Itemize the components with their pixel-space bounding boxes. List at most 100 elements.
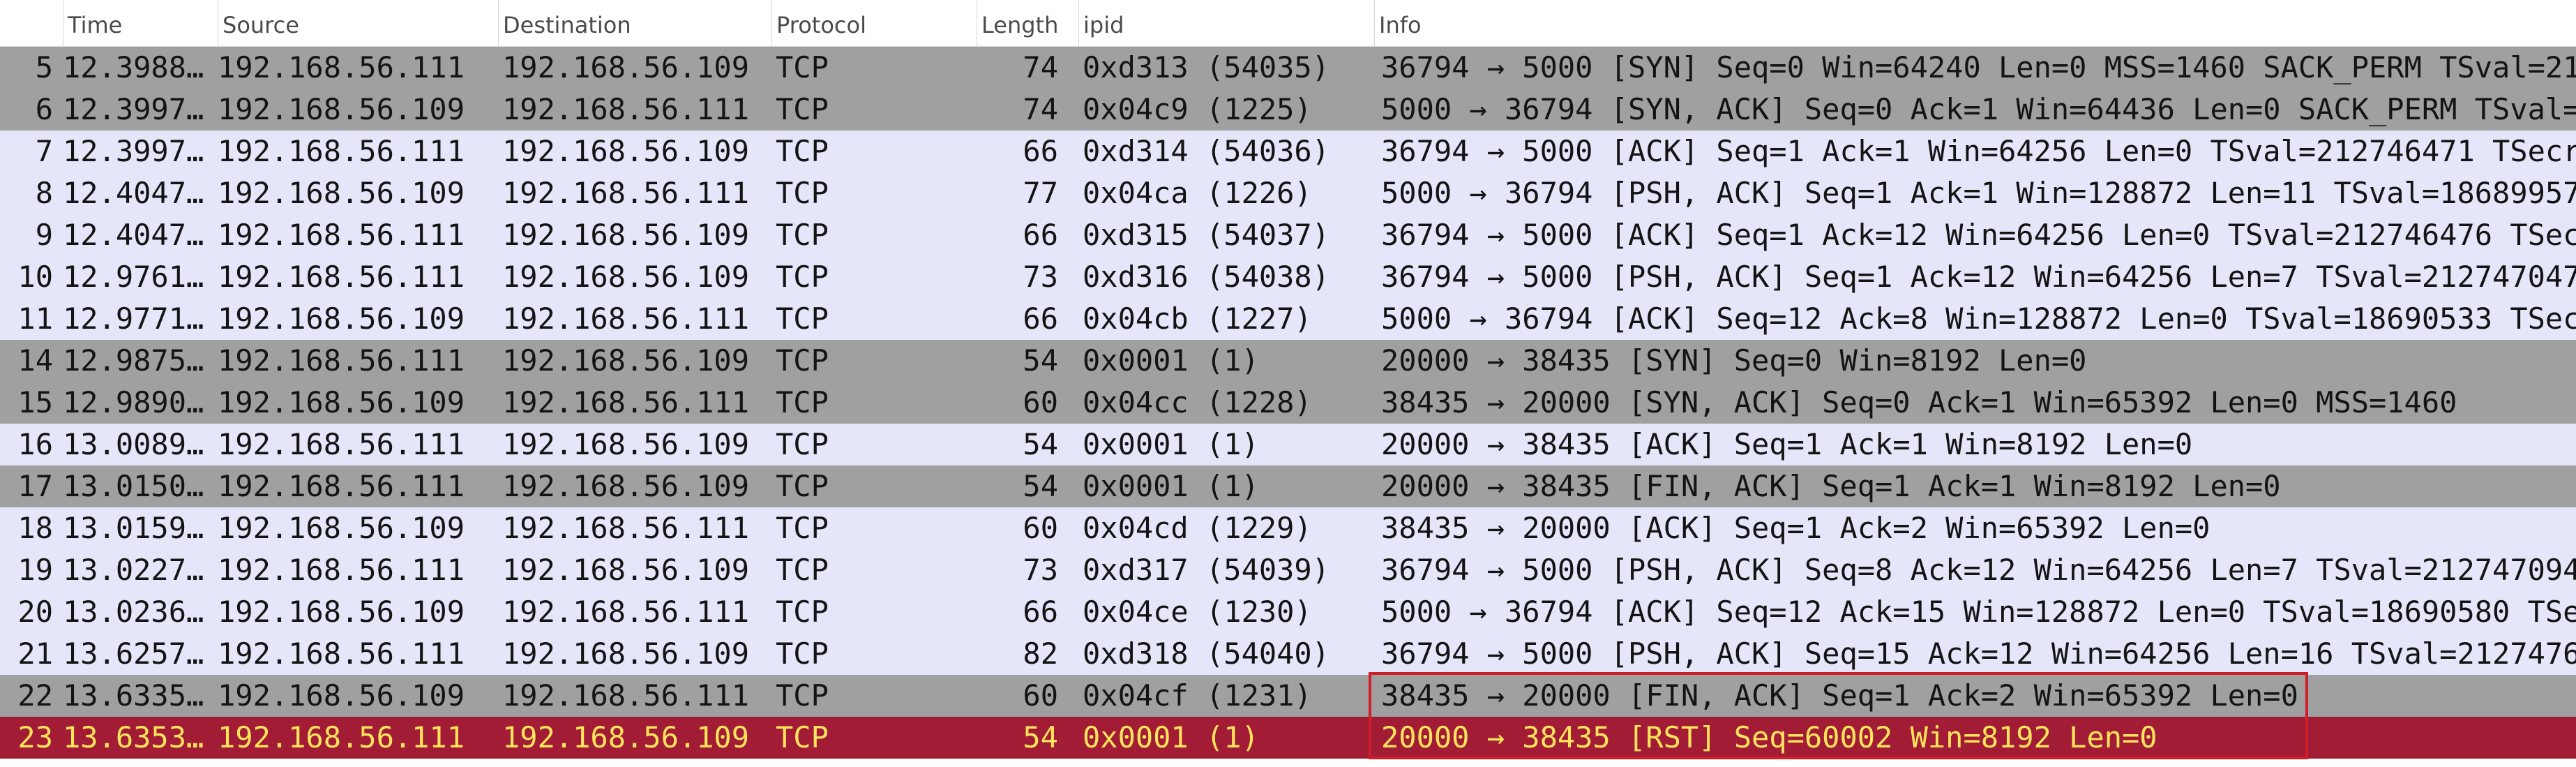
packet-ipid: 0xd314 (54036) xyxy=(1083,134,1330,168)
packet-destination: 192.168.56.109 xyxy=(502,636,750,671)
packet-length: 60 xyxy=(1023,385,1058,419)
packet-row[interactable]: 7 12.3997… 192.168.56.111 192.168.56.109 TCP… xyxy=(0,131,2576,172)
packet-info: 5000 → 36794 [SYN, ACK] Seq=0 Ack=1 Win=… xyxy=(1381,92,2576,126)
packet-info: 5000 → 36794 [PSH, ACK] Seq=1 Ack=1 Win=… xyxy=(1381,176,2576,210)
packet-destination: 192.168.56.111 xyxy=(502,92,750,126)
packet-row[interactable]: 15 12.9890… 192.168.56.109 192.168.56.111 TC… xyxy=(0,382,2576,424)
packet-source: 192.168.56.111 xyxy=(218,134,465,168)
column-header-source[interactable]: Source xyxy=(218,0,498,46)
packet-protocol: TCP xyxy=(776,385,829,419)
packet-info: 36794 → 5000 [SYN] Seq=0 Win=64240 Len=0… xyxy=(1381,50,2576,84)
packet-no: 6 xyxy=(35,92,53,126)
packet-protocol: TCP xyxy=(776,260,829,294)
packet-source: 192.168.56.111 xyxy=(218,636,465,671)
packet-length: 66 xyxy=(1023,301,1058,336)
packet-source: 192.168.56.109 xyxy=(218,595,465,629)
packet-info: 36794 → 5000 [ACK] Seq=1 Ack=12 Win=6425… xyxy=(1381,218,2576,252)
packet-source: 192.168.56.111 xyxy=(218,343,465,378)
packet-row[interactable]: 20 13.0236… 192.168.56.109 192.168.56.111 TC… xyxy=(0,591,2576,633)
packet-info: 20000 → 38435 [FIN, ACK] Seq=1 Ack=1 Win… xyxy=(1381,469,2281,503)
packet-list: Time Source Destination Protocol Length … xyxy=(0,0,2576,759)
packet-time: 13.6335… xyxy=(63,678,204,713)
packet-ipid: 0x04c9 (1225) xyxy=(1083,92,1312,126)
packet-row[interactable]: 6 12.3997… 192.168.56.109 192.168.56.111 TCP… xyxy=(0,89,2576,131)
packet-ipid: 0x04ce (1230) xyxy=(1083,595,1312,629)
packet-time: 13.0236… xyxy=(63,595,204,629)
column-header-protocol[interactable]: Protocol xyxy=(771,0,977,46)
packet-row[interactable]: 17 13.0150… 192.168.56.111 192.168.56.109 TC… xyxy=(0,466,2576,507)
packet-row[interactable]: 19 13.0227… 192.168.56.111 192.168.56.109 TC… xyxy=(0,549,2576,591)
packet-source: 192.168.56.111 xyxy=(218,50,465,84)
packet-destination: 192.168.56.109 xyxy=(502,134,750,168)
packet-ipid: 0x04ca (1226) xyxy=(1083,176,1312,210)
packet-protocol: TCP xyxy=(776,427,829,461)
packet-time: 12.4047… xyxy=(63,218,204,252)
column-header-destination[interactable]: Destination xyxy=(498,0,771,46)
packet-row[interactable]: 14 12.9875… 192.168.56.111 192.168.56.109 TC… xyxy=(0,340,2576,382)
packet-length: 54 xyxy=(1023,343,1058,378)
packet-row[interactable]: 5 12.3988… 192.168.56.111 192.168.56.109 TCP… xyxy=(0,47,2576,89)
column-header-time[interactable]: Time xyxy=(63,0,218,46)
packet-no: 15 xyxy=(17,385,53,419)
packet-row[interactable]: 21 13.6257… 192.168.56.111 192.168.56.109 TC… xyxy=(0,633,2576,675)
packet-row[interactable]: 22 13.6335… 192.168.56.109 192.168.56.111 TC… xyxy=(0,675,2576,717)
packet-length: 54 xyxy=(1023,720,1058,754)
packet-no: 23 xyxy=(17,720,53,754)
packet-row[interactable]: 23 13.6353… 192.168.56.111 192.168.56.109 TC… xyxy=(0,717,2576,759)
packet-length: 74 xyxy=(1023,50,1058,84)
packet-no: 7 xyxy=(35,134,53,168)
packet-no: 18 xyxy=(17,511,53,545)
packet-row[interactable]: 11 12.9771… 192.168.56.109 192.168.56.111 TC… xyxy=(0,298,2576,340)
packet-info: 20000 → 38435 [ACK] Seq=1 Ack=1 Win=8192… xyxy=(1381,427,2193,461)
packet-length: 66 xyxy=(1023,595,1058,629)
packet-protocol: TCP xyxy=(776,134,829,168)
column-header-no[interactable] xyxy=(0,0,63,46)
packet-protocol: TCP xyxy=(776,176,829,210)
packet-source: 192.168.56.111 xyxy=(218,260,465,294)
packet-length: 82 xyxy=(1023,636,1058,671)
packet-destination: 192.168.56.111 xyxy=(502,678,750,713)
packet-row[interactable]: 16 13.0089… 192.168.56.111 192.168.56.109 TC… xyxy=(0,424,2576,466)
packet-rows: 5 12.3988… 192.168.56.111 192.168.56.109 TCP… xyxy=(0,47,2576,759)
packet-no: 8 xyxy=(35,176,53,210)
packet-no: 5 xyxy=(35,50,53,84)
packet-info: 38435 → 20000 [FIN, ACK] Seq=1 Ack=2 Win… xyxy=(1381,678,2298,713)
packet-source: 192.168.56.109 xyxy=(218,301,465,336)
packet-protocol: TCP xyxy=(776,92,829,126)
packet-protocol: TCP xyxy=(776,553,829,587)
packet-destination: 192.168.56.109 xyxy=(502,427,750,461)
packet-info: 38435 → 20000 [ACK] Seq=1 Ack=2 Win=6539… xyxy=(1381,511,2210,545)
packet-time: 12.4047… xyxy=(63,176,204,210)
column-header-ipid[interactable]: ipid xyxy=(1078,0,1374,46)
packet-destination: 192.168.56.109 xyxy=(502,218,750,252)
packet-ipid: 0x0001 (1) xyxy=(1083,343,1259,378)
packet-row[interactable]: 18 13.0159… 192.168.56.109 192.168.56.111 TC… xyxy=(0,507,2576,549)
packet-row[interactable]: 10 12.9761… 192.168.56.111 192.168.56.109 TC… xyxy=(0,256,2576,298)
packet-length: 54 xyxy=(1023,427,1058,461)
packet-time: 13.6257… xyxy=(63,636,204,671)
column-header-info[interactable]: Info xyxy=(1374,0,2576,46)
packet-time: 12.3997… xyxy=(63,134,204,168)
packet-row[interactable]: 9 12.4047… 192.168.56.111 192.168.56.109 TCP… xyxy=(0,214,2576,256)
packet-info: 5000 → 36794 [ACK] Seq=12 Ack=8 Win=1288… xyxy=(1381,301,2576,336)
packet-info: 36794 → 5000 [PSH, ACK] Seq=15 Ack=12 Wi… xyxy=(1381,636,2576,671)
packet-time: 13.0159… xyxy=(63,511,204,545)
packet-time: 13.6353… xyxy=(63,720,204,754)
packet-destination: 192.168.56.109 xyxy=(502,553,750,587)
packet-ipid: 0x0001 (1) xyxy=(1083,720,1259,754)
packet-source: 192.168.56.109 xyxy=(218,385,465,419)
packet-length: 54 xyxy=(1023,469,1058,503)
packet-destination: 192.168.56.109 xyxy=(502,50,750,84)
packet-source: 192.168.56.109 xyxy=(218,176,465,210)
packet-row[interactable]: 8 12.4047… 192.168.56.109 192.168.56.111 TCP… xyxy=(0,172,2576,214)
packet-info: 20000 → 38435 [SYN] Seq=0 Win=8192 Len=0 xyxy=(1381,343,2087,378)
packet-info: 36794 → 5000 [PSH, ACK] Seq=8 Ack=12 Win… xyxy=(1381,553,2576,587)
column-header-length[interactable]: Length xyxy=(977,0,1078,46)
packet-destination: 192.168.56.109 xyxy=(502,260,750,294)
packet-info: 36794 → 5000 [ACK] Seq=1 Ack=1 Win=64256… xyxy=(1381,134,2576,168)
packet-time: 12.9761… xyxy=(63,260,204,294)
packet-no: 19 xyxy=(17,553,53,587)
packet-time: 12.9890… xyxy=(63,385,204,419)
packet-protocol: TCP xyxy=(776,50,829,84)
packet-ipid: 0xd315 (54037) xyxy=(1083,218,1330,252)
